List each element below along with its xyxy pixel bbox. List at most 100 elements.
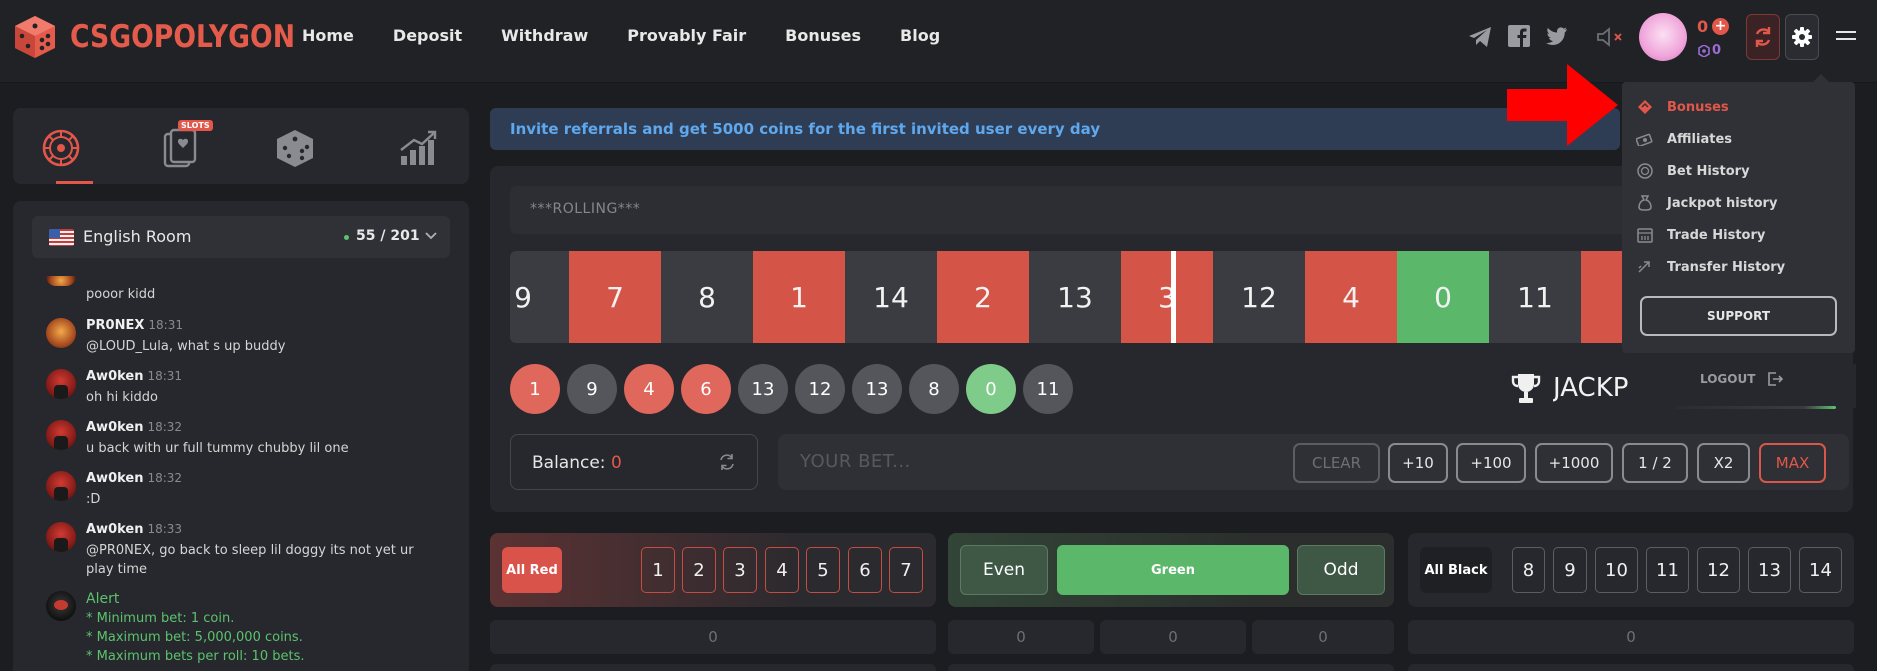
chat-username[interactable]: Aw0ken 18:31 bbox=[86, 369, 182, 384]
green-button[interactable]: Green bbox=[1057, 545, 1289, 595]
chat-message-text: u back with ur full tummy chubby lil one bbox=[86, 441, 349, 456]
ticket-icon bbox=[1638, 100, 1652, 114]
nav-provably-fair[interactable]: Provably Fair bbox=[627, 26, 746, 45]
clear-bet-button[interactable]: CLEAR bbox=[1293, 443, 1380, 483]
brand-name: CSGOPOLYGON bbox=[70, 19, 296, 55]
history-ball: 13 bbox=[738, 364, 788, 414]
black-number-button[interactable]: 11 bbox=[1646, 547, 1689, 593]
hamburger-menu-icon[interactable] bbox=[1836, 31, 1856, 45]
jackpot-widget[interactable]: JACKPOT bbox=[1511, 372, 1629, 404]
moneybag-icon bbox=[1638, 195, 1652, 211]
red-number-button[interactable]: 1 bbox=[641, 547, 675, 593]
chat-panel bbox=[13, 201, 469, 671]
menu-item-bet-history[interactable]: Bet History bbox=[1636, 163, 1750, 179]
menu-item-trade-history[interactable]: Trade History bbox=[1636, 227, 1765, 243]
refresh-balance-icon[interactable] bbox=[718, 453, 736, 471]
add-10-button[interactable]: +10 bbox=[1388, 443, 1448, 483]
facebook-icon[interactable] bbox=[1508, 25, 1530, 47]
chat-username[interactable]: Aw0ken 18:33 bbox=[86, 522, 182, 537]
roulette-tile: 7 bbox=[569, 251, 661, 343]
chat-username[interactable]: Aw0ken 18:32 bbox=[86, 420, 182, 435]
roulette-strip: 9 7 8 1 14 2 13 3 12 4 0 11 bbox=[510, 251, 1630, 343]
user-avatar[interactable] bbox=[1639, 13, 1687, 61]
chat-avatar[interactable] bbox=[46, 522, 76, 552]
chat-avatar[interactable] bbox=[46, 420, 76, 450]
red-number-button[interactable]: 4 bbox=[765, 547, 799, 593]
dice-icon bbox=[277, 130, 313, 167]
double-bet-button[interactable]: X2 bbox=[1697, 443, 1750, 483]
red-number-button[interactable]: 5 bbox=[806, 547, 840, 593]
chevron-down-icon bbox=[425, 232, 437, 240]
menu-item-bonuses[interactable]: Bonuses bbox=[1636, 99, 1729, 115]
add-1000-button[interactable]: +1000 bbox=[1535, 443, 1613, 483]
red-number-button[interactable]: 7 bbox=[889, 547, 923, 593]
chat-username[interactable]: PR0NEX 18:31 bbox=[86, 318, 183, 333]
red-bet-total: 0 bbox=[490, 620, 936, 654]
roll-status: ***ROLLING*** bbox=[530, 201, 641, 217]
referral-banner[interactable]: Invite referrals and get 5000 coins for … bbox=[490, 108, 1620, 150]
transfer-icon bbox=[1638, 261, 1650, 273]
nav-bonuses[interactable]: Bonuses bbox=[785, 26, 861, 45]
black-number-button[interactable]: 9 bbox=[1553, 547, 1587, 593]
chat-message-text: @LOUD_Lula, what s up buddy bbox=[86, 339, 286, 354]
roulette-tile: 4 bbox=[1305, 251, 1397, 343]
roulette-tile: 9 bbox=[510, 251, 569, 343]
tab-crash[interactable] bbox=[396, 126, 440, 170]
settings-button[interactable] bbox=[1785, 14, 1819, 60]
roulette-tile: 14 bbox=[845, 251, 937, 343]
black-number-button[interactable]: 8 bbox=[1512, 547, 1545, 593]
black-number-button[interactable]: 13 bbox=[1748, 547, 1791, 593]
tab-roulette[interactable] bbox=[39, 126, 83, 170]
red-number-button[interactable]: 3 bbox=[723, 547, 757, 593]
menu-item-transfer-history[interactable]: Transfer History bbox=[1636, 259, 1785, 275]
menu-item-jackpot-history[interactable]: Jackpot history bbox=[1636, 195, 1777, 211]
history-ball: 11 bbox=[1023, 364, 1073, 414]
black-number-button[interactable]: 12 bbox=[1697, 547, 1740, 593]
refresh-button[interactable] bbox=[1746, 14, 1780, 60]
black-number-button[interactable]: 10 bbox=[1595, 547, 1638, 593]
jackpot-label: JACKPOT bbox=[1553, 373, 1629, 403]
history-ball: 6 bbox=[681, 364, 731, 414]
logout-icon bbox=[1768, 372, 1784, 386]
alert-line: * Maximum bet: 5,000,000 coins. bbox=[86, 630, 303, 645]
all-red-button[interactable]: All Red bbox=[502, 547, 562, 593]
chat-username[interactable]: Aw0ken 18:32 bbox=[86, 471, 182, 486]
twitter-icon[interactable] bbox=[1545, 27, 1567, 45]
roulette-tile: 11 bbox=[1489, 251, 1581, 343]
odd-button[interactable]: Odd bbox=[1297, 545, 1385, 595]
speaker-muted-icon[interactable] bbox=[1596, 27, 1626, 47]
chat-avatar[interactable] bbox=[46, 318, 76, 348]
room-name: English Room bbox=[83, 227, 192, 246]
chat-room-selector[interactable]: English Room 55 / 201 bbox=[32, 216, 450, 258]
tab-slots[interactable] bbox=[157, 126, 201, 170]
support-button[interactable]: SUPPORT bbox=[1640, 296, 1837, 336]
max-bet-button[interactable]: MAX bbox=[1759, 443, 1826, 483]
brand-logo[interactable]: CSGOPOLYGON bbox=[12, 14, 332, 60]
menu-item-affiliates[interactable]: Affiliates bbox=[1636, 131, 1732, 147]
even-button[interactable]: Even bbox=[960, 545, 1048, 595]
balance-box: Balance: 0 bbox=[510, 434, 758, 490]
nav-blog[interactable]: Blog bbox=[900, 26, 940, 45]
trophy-icon bbox=[1511, 374, 1541, 403]
telegram-icon[interactable] bbox=[1468, 26, 1492, 48]
chat-avatar[interactable] bbox=[46, 369, 76, 399]
all-black-button[interactable]: All Black bbox=[1420, 547, 1492, 593]
logout-button[interactable]: LOGOUT bbox=[1700, 371, 1784, 387]
alert-title: Alert bbox=[86, 591, 120, 607]
black-number-button[interactable]: 14 bbox=[1799, 547, 1842, 593]
nav-withdraw[interactable]: Withdraw bbox=[501, 26, 588, 45]
progress-line bbox=[1676, 406, 1836, 409]
black-bets-list bbox=[1408, 664, 1854, 671]
chat-message-text: @PR0NEX, go back to sleep lil doggy its … bbox=[86, 543, 414, 577]
nav-home[interactable]: Home bbox=[302, 26, 354, 45]
half-bet-button[interactable]: 1 / 2 bbox=[1622, 443, 1688, 483]
roll-status-bar: ***ROLLING*** bbox=[510, 186, 1630, 234]
red-number-button[interactable]: 6 bbox=[848, 547, 882, 593]
alert-line: * Minimum bet: 1 coin. bbox=[86, 611, 235, 626]
red-number-button[interactable]: 2 bbox=[682, 547, 716, 593]
tab-dice[interactable] bbox=[273, 126, 317, 170]
add-100-button[interactable]: +100 bbox=[1456, 443, 1526, 483]
nav-deposit[interactable]: Deposit bbox=[393, 26, 462, 45]
add-funds-icon[interactable]: + bbox=[1712, 18, 1729, 35]
chat-avatar[interactable] bbox=[46, 471, 76, 501]
